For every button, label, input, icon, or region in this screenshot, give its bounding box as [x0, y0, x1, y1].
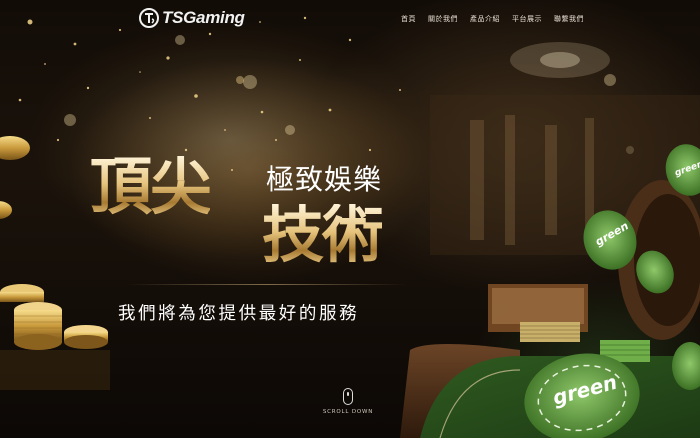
scroll-down-button[interactable]: SCROLL DOWN [318, 388, 378, 415]
scroll-down-label: SCROLL DOWN [322, 409, 374, 415]
brand-logo[interactable]: TSGaming [138, 7, 245, 29]
brand-name: TSGaming [162, 8, 245, 27]
headline-top: 頂尖 [90, 150, 212, 223]
headline-subtitle: 極致娛樂 [266, 163, 383, 196]
headline-divider [127, 284, 407, 285]
brand-logo-icon [139, 8, 159, 28]
nav-item-platform[interactable]: 平台展示 [512, 14, 542, 24]
hero-headline: 頂尖 極致娛樂 技術 [90, 148, 420, 278]
nav-item-about[interactable]: 關於我們 [428, 14, 458, 24]
hero-section: green green green TSGaming 首頁 關於我們 產品介紹 … [0, 0, 700, 438]
mouse-icon [343, 388, 353, 405]
headline-main: 技術 [262, 198, 384, 271]
hero-tagline: 我們將為您提供最好的服務 [118, 304, 360, 324]
nav-item-home[interactable]: 首頁 [401, 14, 416, 24]
main-nav: 首頁 關於我們 產品介紹 平台展示 聯繫我們 [401, 14, 584, 24]
nav-item-products[interactable]: 產品介紹 [470, 14, 500, 24]
nav-item-contact[interactable]: 聯繫我們 [554, 14, 584, 24]
